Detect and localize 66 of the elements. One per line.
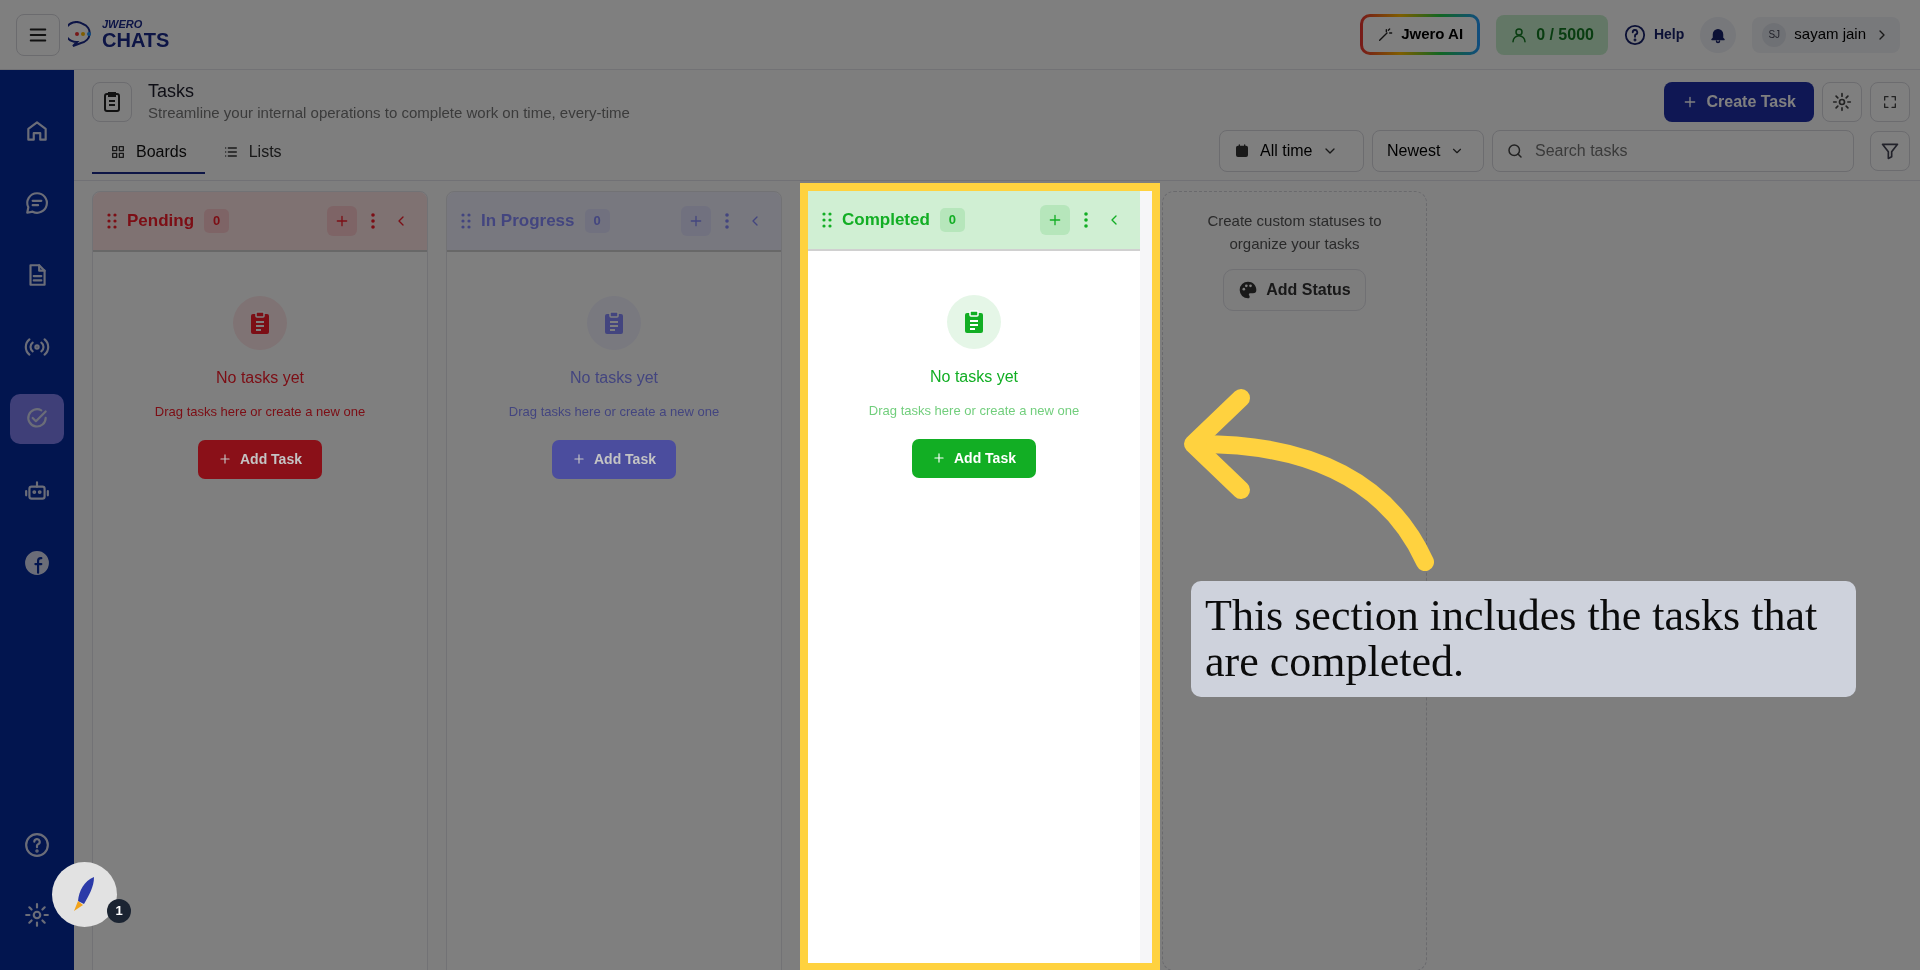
more-icon bbox=[1084, 212, 1088, 228]
plus-icon bbox=[932, 451, 946, 465]
filter-icon bbox=[1880, 141, 1900, 161]
empty-title: No tasks yet bbox=[930, 367, 1018, 387]
clipboard-icon bbox=[92, 82, 132, 122]
view-tab[interactable]: Boards bbox=[92, 132, 205, 175]
palette-icon bbox=[1238, 280, 1259, 300]
sort-dropdown[interactable]: Newest bbox=[1372, 130, 1484, 172]
sidebar-item[interactable] bbox=[22, 900, 52, 930]
add-task-button[interactable]: Add Task bbox=[198, 439, 322, 479]
drag-handle-icon[interactable] bbox=[461, 213, 471, 229]
page-title: Tasks bbox=[148, 82, 195, 102]
logo-text: CHATS bbox=[102, 30, 170, 50]
drag-handle-icon[interactable] bbox=[822, 212, 832, 228]
settings-button[interactable] bbox=[1822, 82, 1862, 122]
plus-icon bbox=[1047, 212, 1063, 228]
search-icon bbox=[1506, 142, 1524, 160]
expand-icon bbox=[1882, 94, 1898, 110]
drag-handle-icon[interactable] bbox=[107, 213, 117, 229]
add-task-button[interactable]: Add Task bbox=[552, 439, 676, 479]
view-tab[interactable]: Lists bbox=[204, 132, 300, 175]
sidebar-item[interactable] bbox=[22, 830, 52, 860]
plus-icon bbox=[218, 452, 232, 466]
column-title: Pending bbox=[127, 210, 195, 233]
calendar-icon bbox=[1234, 143, 1250, 159]
create-task-button[interactable]: Create Task bbox=[1664, 82, 1814, 122]
task-count: 0 bbox=[939, 208, 966, 232]
column-title: Completed bbox=[842, 209, 930, 232]
plus-icon bbox=[334, 213, 350, 229]
status-hint: Create custom statuses to organize your tasks bbox=[1206, 211, 1383, 254]
user-avatar: SJ bbox=[1762, 22, 1787, 47]
filter-button[interactable] bbox=[1870, 131, 1910, 171]
sidebar-item[interactable] bbox=[10, 394, 64, 444]
add-task-button[interactable]: Add Task bbox=[912, 438, 1036, 478]
magic-wand-icon bbox=[1377, 26, 1394, 43]
add-task-button[interactable] bbox=[1040, 205, 1070, 235]
facebook-icon bbox=[24, 550, 50, 576]
empty-hint: Drag tasks here or create a new one bbox=[508, 403, 720, 421]
settings-icon bbox=[24, 902, 50, 928]
user-menu-button[interactable]: SJ sayam jain bbox=[1752, 16, 1900, 53]
empty-title: No tasks yet bbox=[570, 368, 658, 388]
help-icon bbox=[24, 832, 50, 858]
more-icon bbox=[725, 213, 729, 229]
help-icon bbox=[1623, 23, 1646, 46]
home-icon bbox=[24, 118, 50, 144]
fullscreen-button[interactable] bbox=[1870, 82, 1910, 122]
plus-icon bbox=[688, 213, 704, 229]
page-subtitle: Streamline your internal operations to complete work on time, every-time bbox=[148, 102, 630, 123]
add-status-button[interactable]: Add Status bbox=[1223, 269, 1366, 311]
user-icon bbox=[1510, 25, 1529, 44]
empty-hint: Drag tasks here or create a new one bbox=[868, 402, 1080, 420]
date-filter-dropdown[interactable]: All time bbox=[1219, 130, 1364, 172]
settings-icon bbox=[1832, 92, 1852, 112]
empty-title: No tasks yet bbox=[216, 368, 304, 388]
search-field[interactable]: Search tasks bbox=[1492, 130, 1854, 172]
logo-text: JWERO bbox=[102, 19, 144, 30]
clipboard-icon bbox=[947, 295, 1001, 349]
callout-text: This section includes the tasks that are completed. bbox=[1191, 581, 1856, 698]
menu-button[interactable] bbox=[16, 13, 60, 56]
help-link[interactable]: Help bbox=[1623, 23, 1685, 46]
credits-badge: 0 / 5000 bbox=[1496, 14, 1608, 55]
chat-icon bbox=[24, 190, 50, 216]
more-icon bbox=[371, 213, 375, 229]
plus-icon bbox=[572, 452, 586, 466]
grid-icon bbox=[110, 144, 126, 161]
empty-hint: Drag tasks here or create a new one bbox=[154, 403, 366, 421]
